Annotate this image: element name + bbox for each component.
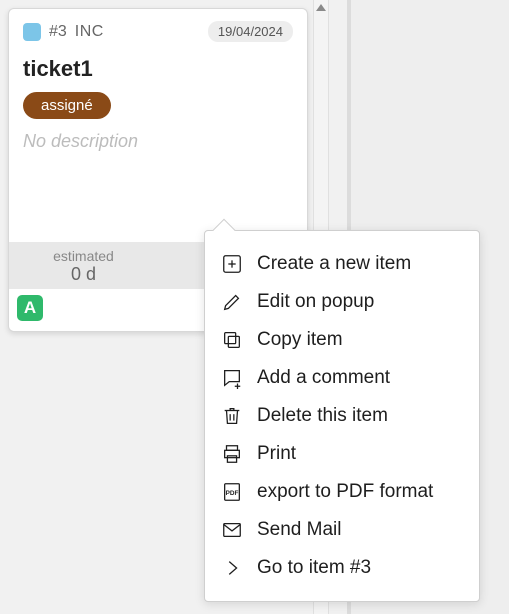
menu-item-label: export to PDF format	[257, 481, 433, 503]
menu-item-label: Edit on popup	[257, 291, 374, 313]
pdf-icon: PDF	[221, 481, 243, 503]
envelope-icon	[221, 519, 243, 541]
menu-item-label: Send Mail	[257, 519, 342, 541]
comment-add-icon	[221, 367, 243, 389]
menu-item-label: Copy item	[257, 329, 343, 351]
arrow-right-icon	[221, 557, 243, 579]
ticket-id: #3	[49, 23, 67, 41]
ticket-description: No description	[23, 131, 293, 152]
scroll-up-icon[interactable]	[316, 4, 326, 11]
svg-text:PDF: PDF	[226, 490, 239, 497]
pencil-icon	[221, 291, 243, 313]
menu-delete-item[interactable]: Delete this item	[215, 397, 469, 435]
menu-export-pdf[interactable]: PDF export to PDF format	[215, 473, 469, 511]
menu-go-to-item[interactable]: Go to item #3	[215, 549, 469, 587]
menu-item-label: Print	[257, 443, 296, 465]
assignee-badge[interactable]: A	[17, 295, 43, 321]
plus-square-icon	[221, 253, 243, 275]
ticket-type-chip	[23, 23, 41, 41]
ticket-title: ticket1	[23, 56, 293, 82]
menu-send-mail[interactable]: Send Mail	[215, 511, 469, 549]
menu-item-label: Go to item #3	[257, 557, 371, 579]
copy-icon	[221, 329, 243, 351]
menu-item-label: Delete this item	[257, 405, 388, 427]
menu-item-label: Create a new item	[257, 253, 411, 275]
menu-edit-on-popup[interactable]: Edit on popup	[215, 283, 469, 321]
estimated-value: 0 d	[9, 264, 158, 285]
estimated-label: estimated	[9, 248, 158, 264]
menu-print[interactable]: Print	[215, 435, 469, 473]
status-badge: assigné	[23, 92, 111, 119]
card-header: #3 INC 19/04/2024	[23, 21, 293, 42]
printer-icon	[221, 443, 243, 465]
menu-copy-item[interactable]: Copy item	[215, 321, 469, 359]
context-menu: Create a new item Edit on popup Copy ite…	[204, 230, 480, 602]
menu-create-new-item[interactable]: Create a new item	[215, 245, 469, 283]
menu-add-comment[interactable]: Add a comment	[215, 359, 469, 397]
estimated-cell: estimated 0 d	[9, 242, 158, 289]
ticket-type: INC	[75, 23, 104, 41]
menu-item-label: Add a comment	[257, 367, 390, 389]
trash-icon	[221, 405, 243, 427]
ticket-date: 19/04/2024	[208, 21, 293, 42]
